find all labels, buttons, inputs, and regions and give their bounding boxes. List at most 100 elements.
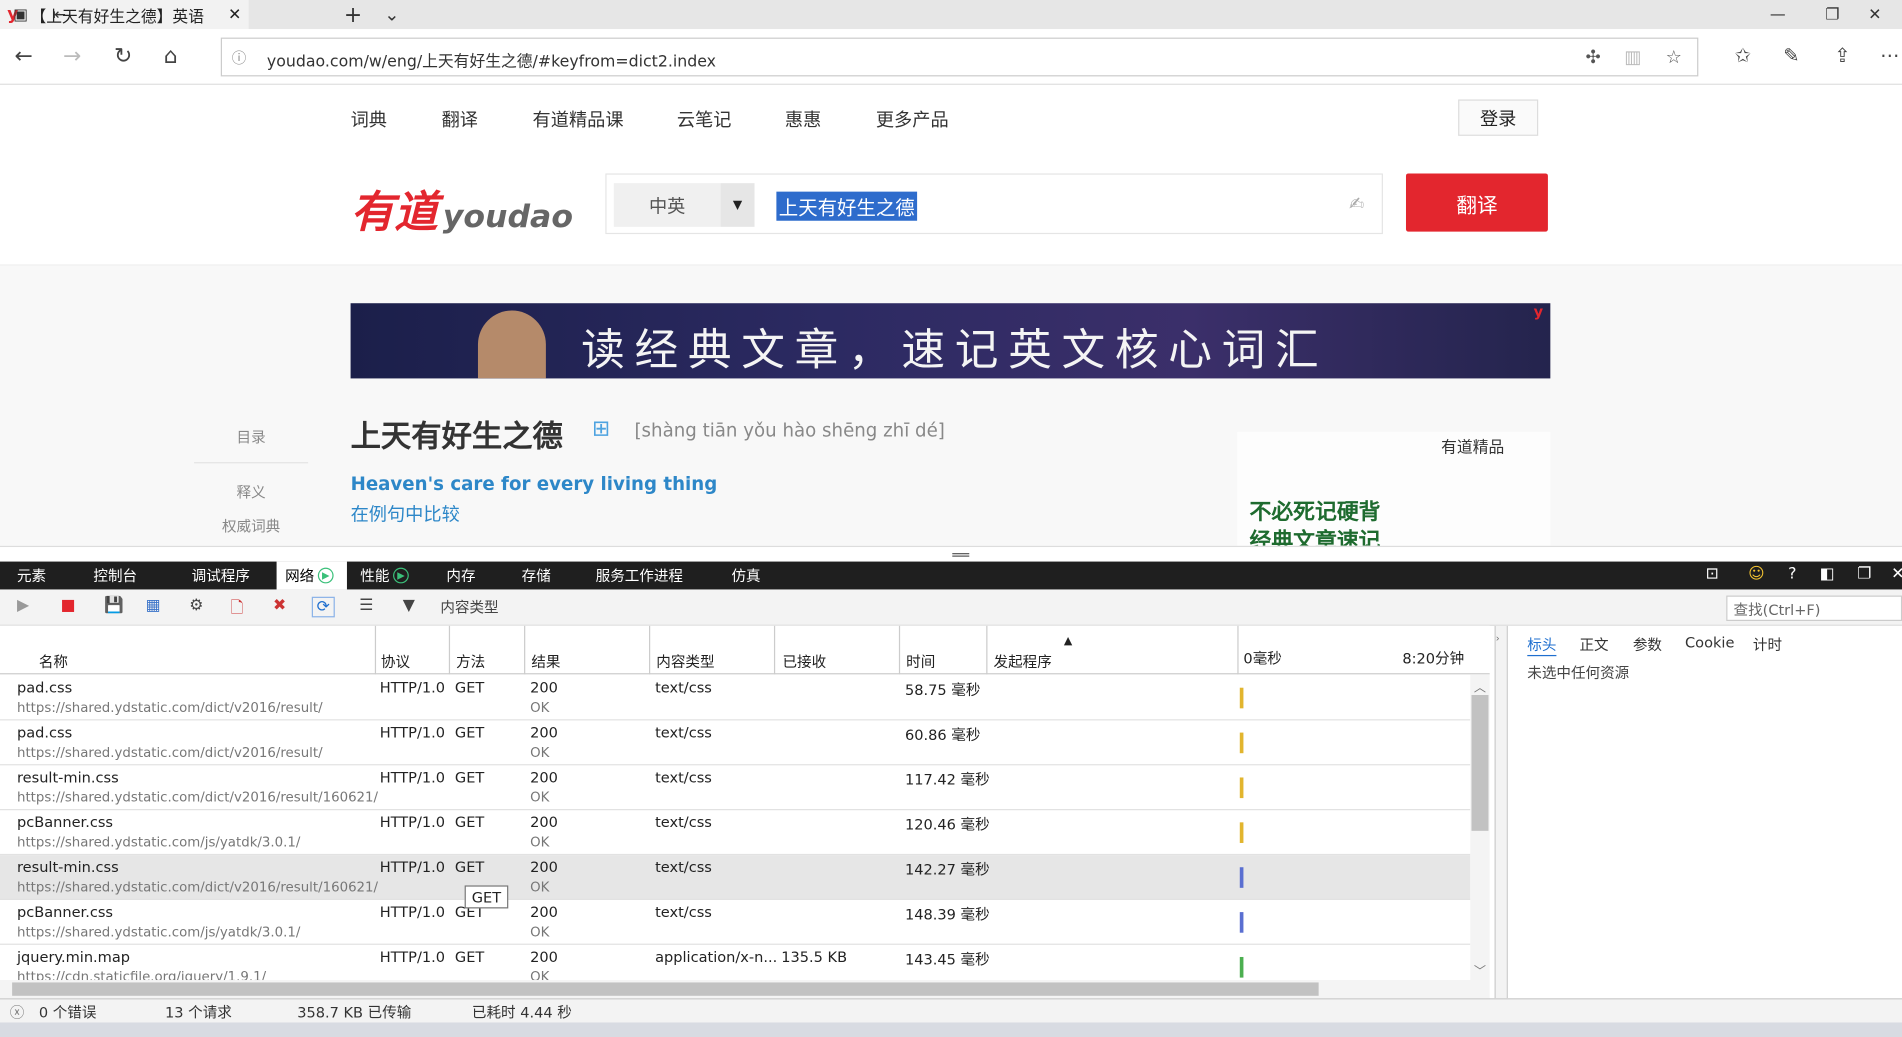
sidebar-item-catalog[interactable]: 目录 <box>194 427 308 448</box>
col-name[interactable]: 名称 <box>39 651 68 672</box>
web-note-pen-icon[interactable]: ✎ <box>1783 44 1799 67</box>
console-drawer-icon[interactable]: ⊡ <box>1706 565 1719 583</box>
reading-view-icon[interactable]: ▥ <box>1624 46 1641 68</box>
tab-list-chevron-icon[interactable]: ⌄ <box>378 0 405 29</box>
table-row[interactable]: result-min.css https://shared.ydstatic.co… <box>0 765 1471 811</box>
nav-cloud-note-link[interactable]: 云笔记 <box>677 107 732 132</box>
col-divider[interactable] <box>524 625 526 675</box>
favorite-star-icon[interactable]: ☆ <box>1666 46 1682 68</box>
tab-network[interactable]: 网络 ▶ <box>276 561 347 590</box>
table-row[interactable]: pad.css https://shared.ydstatic.com/dict/… <box>0 720 1471 766</box>
col-divider[interactable] <box>448 625 451 675</box>
tab-service-workers[interactable]: 服务工作进程 <box>596 562 683 590</box>
site-info-icon[interactable]: ⓘ <box>232 47 247 68</box>
always-refresh-icon[interactable]: ⟳ <box>311 596 335 618</box>
scroll-down-icon[interactable]: ﹀ <box>1474 961 1486 978</box>
table-row[interactable]: pad.css https://shared.ydstatic.com/dict/… <box>0 676 1471 721</box>
extension-icon[interactable]: ✣ <box>1586 46 1601 68</box>
back-arrow-icon[interactable]: ← <box>15 44 33 69</box>
scroll-up-icon[interactable]: ︿ <box>1474 677 1486 695</box>
clear-on-navigate-icon[interactable]: ⚙ <box>189 597 203 615</box>
undock-icon[interactable]: ❐ <box>1857 565 1871 583</box>
stop-profiling-icon[interactable]: ■ <box>61 597 76 615</box>
window-close-button[interactable]: ✕ <box>1848 0 1902 29</box>
search-input[interactable]: 上天有好生之德 <box>776 191 918 221</box>
browser-tab-active[interactable]: y 【上天有好生之德】英语 ✕ <box>0 0 249 30</box>
favorites-hub-icon[interactable]: ✩ <box>1735 44 1751 67</box>
find-input[interactable]: 查找(Ctrl+F) <box>1726 595 1902 622</box>
more-menu-icon[interactable]: ⋯ <box>1880 44 1899 67</box>
promo-banner[interactable]: 读经典文章，速记英文核心词汇 y <box>350 303 1551 379</box>
tab-emulation[interactable]: 仿真 <box>731 562 760 590</box>
filter-icon[interactable]: ▼ <box>403 597 415 615</box>
devtools-splitter[interactable] <box>0 545 1902 562</box>
course-ad[interactable]: 有道精品 不必死记硬背 经典文章速记 <box>1237 431 1551 546</box>
table-row[interactable]: result-min.css https://shared.ydstatic.co… <box>0 855 1471 900</box>
tab-storage[interactable]: 存储 <box>522 562 551 590</box>
col-content-type[interactable]: 内容类型 <box>656 651 714 672</box>
detail-tab-cookie[interactable]: Cookie <box>1685 634 1734 651</box>
add-to-wordbook-icon[interactable]: ⊞ <box>592 416 610 441</box>
login-button[interactable]: 登录 <box>1458 99 1539 136</box>
detail-tab-body[interactable]: 正文 <box>1579 634 1608 655</box>
nav-courses-link[interactable]: 有道精品课 <box>533 107 624 132</box>
col-divider[interactable] <box>898 625 901 675</box>
col-method[interactable]: 方法 <box>456 651 485 672</box>
tab-close-icon[interactable]: ✕ <box>228 5 241 23</box>
refresh-icon[interactable]: ↻ <box>114 44 132 69</box>
tab-elements[interactable]: 元素 <box>17 562 46 590</box>
detail-tab-headers[interactable]: 标头 <box>1527 634 1557 657</box>
col-divider[interactable] <box>986 625 988 675</box>
col-divider[interactable] <box>649 625 651 675</box>
home-icon[interactable]: ⌂ <box>164 44 178 69</box>
set-aside-tabs-icon[interactable]: ⇤ <box>46 0 73 29</box>
content-type-filter[interactable]: 内容类型 <box>440 597 498 618</box>
forward-arrow-icon[interactable]: → <box>63 44 81 69</box>
language-select[interactable]: 中英 <box>613 183 721 227</box>
col-initiator[interactable]: 发起程序 <box>994 651 1052 672</box>
import-har-icon[interactable]: ▦ <box>146 597 161 615</box>
col-divider[interactable] <box>1237 625 1239 675</box>
status-errors[interactable]: 0 个错误 <box>39 1002 97 1023</box>
url-field[interactable]: ⓘ youdao.com/w/eng/上天有好生之德/#keyfrom=dict… <box>220 37 1699 77</box>
clear-session-icon[interactable]: 🗋 <box>230 597 243 624</box>
clear-cache-icon[interactable]: ✖ <box>273 597 286 615</box>
minimize-button[interactable]: — <box>1751 0 1806 29</box>
tab-console[interactable]: 控制台 <box>93 562 137 590</box>
nav-more-products-link[interactable]: 更多产品 <box>876 107 949 132</box>
horizontal-scroll-thumb[interactable] <box>12 982 1319 996</box>
detail-tab-params[interactable]: 参数 <box>1633 634 1662 655</box>
help-icon[interactable]: ? <box>1788 565 1796 583</box>
feedback-smiley-icon[interactable]: ☺ <box>1748 565 1764 583</box>
detail-collapse-icon[interactable]: › <box>1494 625 1507 999</box>
share-icon[interactable]: ⇪ <box>1834 44 1850 67</box>
table-row[interactable]: pcBanner.css https://shared.ydstatic.com/… <box>0 900 1471 945</box>
tab-actions-icon[interactable]: ▣ <box>7 0 34 29</box>
chevron-down-icon[interactable]: ▼ <box>720 183 755 227</box>
tab-debugger[interactable]: 调试程序 <box>192 562 250 590</box>
col-result[interactable]: 结果 <box>531 651 560 672</box>
tab-memory[interactable]: 内存 <box>446 562 475 590</box>
dock-icon[interactable]: ◧ <box>1820 565 1835 583</box>
col-divider[interactable] <box>374 625 377 675</box>
export-har-icon[interactable]: 💾 <box>104 597 124 615</box>
devtools-close-icon[interactable]: ✕ <box>1891 565 1902 583</box>
col-time[interactable]: 时间 <box>906 651 935 672</box>
sidebar-item-authoritative[interactable]: 权威词典 <box>194 515 308 536</box>
table-row[interactable]: pcBanner.css https://shared.ydstatic.com/… <box>0 810 1471 856</box>
detail-tab-timing[interactable]: 计时 <box>1753 634 1782 655</box>
translate-button[interactable]: 翻译 <box>1405 173 1548 232</box>
sidebar-item-definitions[interactable]: 释义 <box>194 482 308 503</box>
handwrite-input-icon[interactable]: ✍ <box>1349 193 1364 215</box>
new-tab-button[interactable]: + <box>340 0 367 29</box>
col-received[interactable]: 已接收 <box>782 651 826 672</box>
content-type-list-icon[interactable]: ☰ <box>359 597 373 615</box>
start-profiling-icon[interactable]: ▶ <box>17 597 29 615</box>
tab-performance[interactable]: 性能 ▶ <box>360 562 409 590</box>
nav-translate-link[interactable]: 翻译 <box>442 107 478 132</box>
col-protocol[interactable]: 协议 <box>381 651 410 672</box>
compare-in-examples-link[interactable]: 在例句中比较 <box>351 501 460 526</box>
vertical-scroll-thumb[interactable] <box>1471 694 1489 831</box>
col-divider[interactable] <box>773 625 776 675</box>
nav-dictionary-link[interactable]: 词典 <box>351 107 387 132</box>
